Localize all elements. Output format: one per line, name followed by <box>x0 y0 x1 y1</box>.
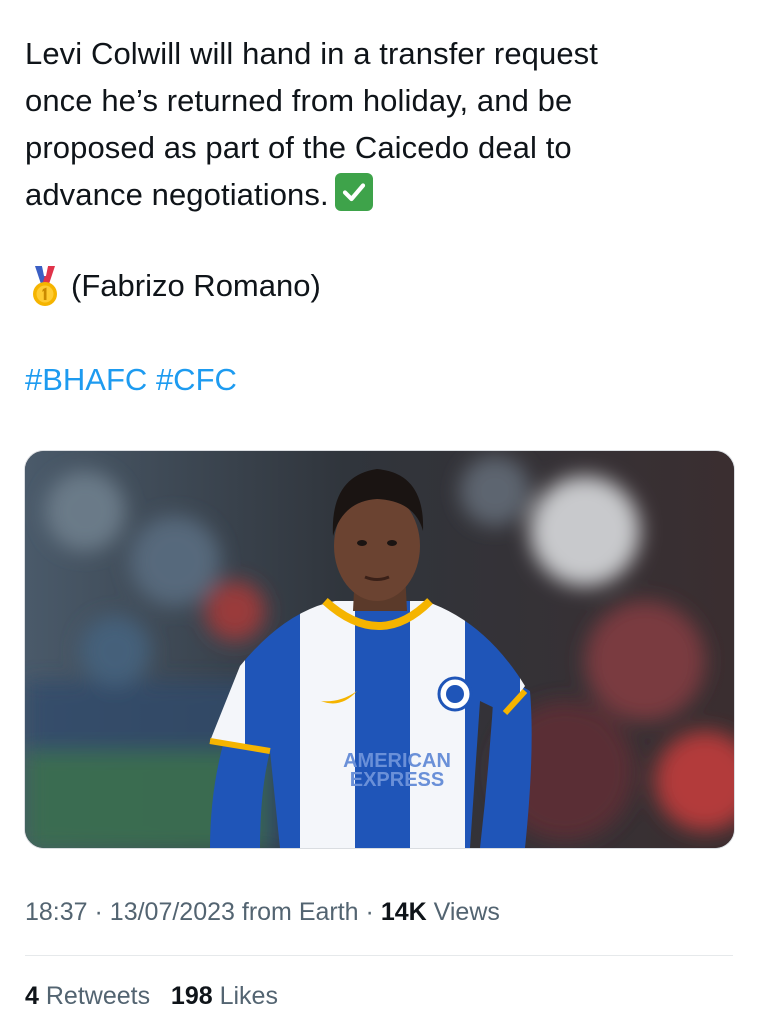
engagement-stats: 4 Retweets 198 Likes <box>25 977 278 1015</box>
tweet-text-line: advance negotiations. <box>25 171 725 218</box>
tweet-time[interactable]: 18:37 <box>25 898 88 926</box>
meta-separator: · <box>94 898 103 926</box>
views-count: 14K <box>380 898 427 926</box>
hashtags: #BHAFC #CFC <box>25 356 237 403</box>
hashtag-link[interactable]: #CFC <box>156 362 237 397</box>
source-text: (Fabrizo Romano) <box>71 268 321 303</box>
meta-separator: · <box>365 898 374 926</box>
tweet-text-line: Levi Colwill will hand in a transfer req… <box>25 36 598 71</box>
check-mark-icon <box>334 173 373 211</box>
tweet-photo[interactable]: AMERICAN EXPRESS <box>24 450 735 849</box>
tweet-text-line-content: advance negotiations. <box>25 177 329 212</box>
likes-count: 198 <box>170 982 213 1010</box>
likes-stat[interactable]: 198 Likes <box>171 982 278 1010</box>
sponsor-text-line2: EXPRESS <box>350 769 444 791</box>
tweet-location: from Earth <box>241 898 359 926</box>
tweet-text-line: proposed as part of the Caicedo deal to <box>25 130 572 165</box>
tweet-text: Levi Colwill will hand in a transfer req… <box>25 30 725 218</box>
source-credit: (Fabrizo Romano) <box>25 262 321 309</box>
divider <box>25 955 733 956</box>
tweet-text-line: once he’s returned from holiday, and be <box>25 83 573 118</box>
tweet-date[interactable]: 13/07/2023 <box>110 898 235 926</box>
retweets-stat[interactable]: 4 Retweets <box>25 982 150 1010</box>
hashtag-link[interactable]: #BHAFC <box>25 362 147 397</box>
medal-icon <box>25 264 65 308</box>
retweets-count: 4 <box>25 982 39 1010</box>
retweets-label: Retweets <box>45 982 151 1010</box>
views-label: Views <box>433 898 500 926</box>
tweet-metadata: 18:37 · 13/07/2023 from Earth · 14K View… <box>25 893 500 931</box>
likes-label: Likes <box>219 982 278 1010</box>
